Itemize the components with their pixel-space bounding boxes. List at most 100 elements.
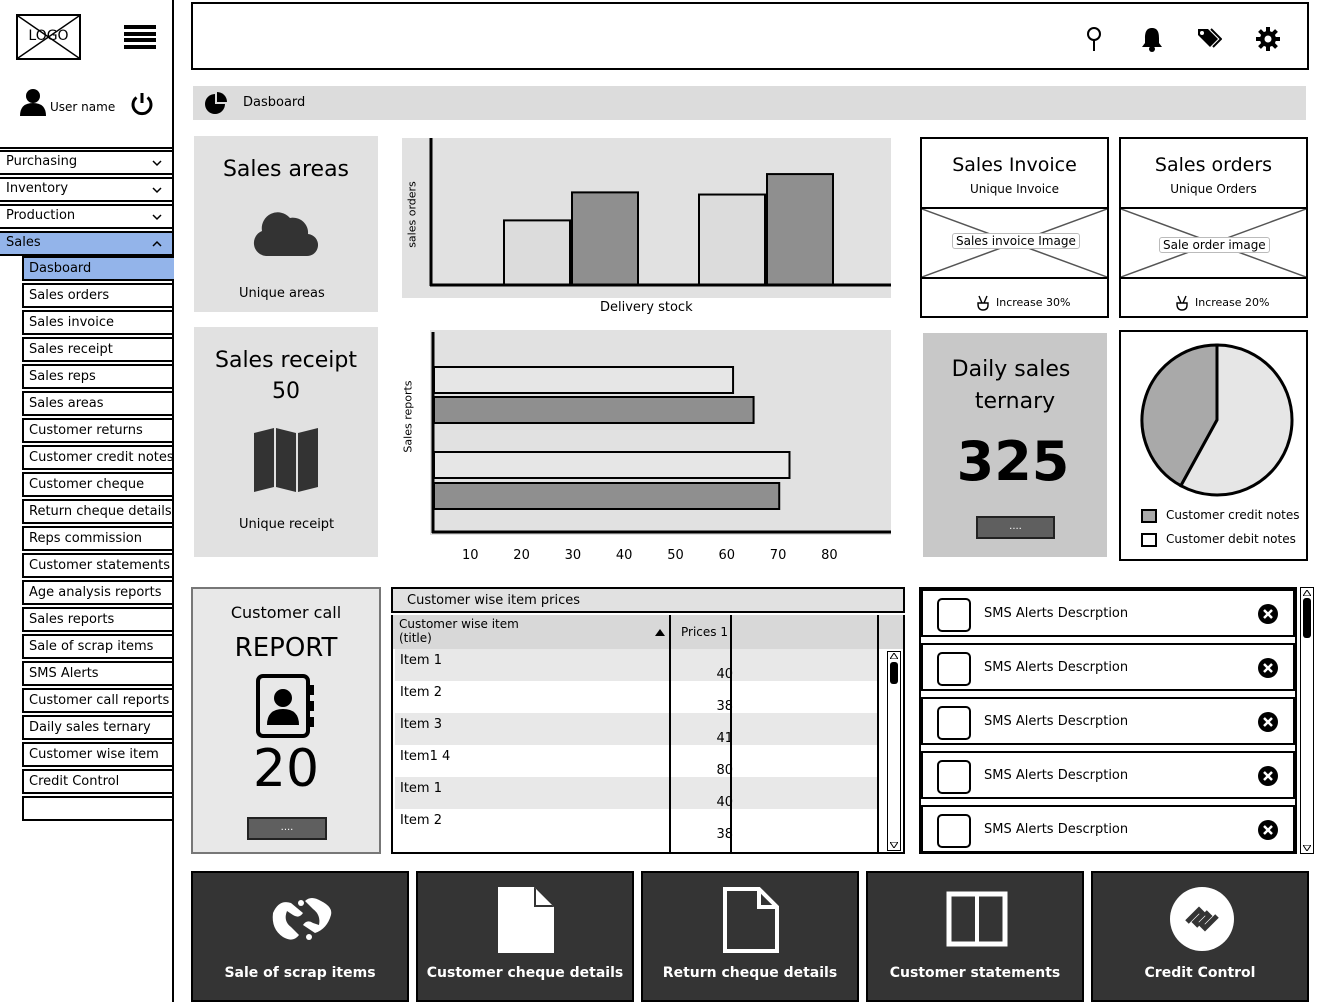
- sidebar-subitem[interactable]: Sales reps: [22, 364, 174, 389]
- sidebar-subitem[interactable]: Customer cheque: [22, 472, 174, 497]
- scroll-up-icon[interactable]: [1303, 590, 1311, 596]
- breadcrumb-label: Dasboard: [243, 95, 306, 110]
- tile-label: Sale of scrap items: [224, 965, 376, 981]
- sidebar-subitem[interactable]: Customer call reports: [22, 688, 174, 713]
- sms-alert-text: SMS Alerts Descrption: [984, 768, 1129, 783]
- contact-book-icon: [256, 674, 314, 738]
- price-table: Customer wise item prices Customer wise …: [391, 587, 905, 854]
- hamburger-menu-icon[interactable]: [124, 25, 156, 49]
- sidebar-category-purchasing[interactable]: Purchasing: [0, 150, 174, 175]
- x-tick-label: 10: [462, 548, 479, 563]
- category-label: Purchasing: [6, 154, 78, 169]
- sidebar-category-sales[interactable]: Sales: [0, 231, 174, 256]
- sms-scrollbar[interactable]: [1300, 587, 1314, 854]
- pie-chart-card: Customer credit notes Customer debit not…: [1119, 330, 1308, 561]
- sales-areas-title: Sales areas: [222, 157, 350, 182]
- sidebar-subitem[interactable]: Daily sales ternary: [22, 715, 174, 740]
- chevron-down-icon: [152, 214, 162, 221]
- sidebar-subitem[interactable]: Dasboard: [22, 256, 174, 281]
- close-icon[interactable]: [1257, 603, 1279, 625]
- bar[interactable]: [766, 173, 834, 287]
- sidebar-category-production[interactable]: Production: [0, 204, 174, 229]
- daily-sales-more-button[interactable]: ....: [976, 516, 1055, 539]
- x-tick-label: 50: [667, 548, 684, 563]
- tags-icon[interactable]: [1196, 26, 1222, 52]
- sidebar-subitem[interactable]: Sales areas: [22, 391, 174, 416]
- bar[interactable]: [503, 219, 571, 286]
- tile-return-cheque-details[interactable]: Return cheque details: [641, 871, 859, 1002]
- pie-chart-svg: [1140, 343, 1294, 497]
- customer-call-subtitle: REPORT: [234, 633, 338, 663]
- pin-icon[interactable]: [1081, 26, 1107, 52]
- table-row[interactable]: Item 2 38: [395, 681, 879, 714]
- sidebar-subitem[interactable]: Sales reports: [22, 607, 174, 632]
- sidebar-subitem[interactable]: Sales invoice: [22, 310, 174, 335]
- item-price: 41: [716, 731, 733, 746]
- sidebar-divider: [0, 147, 174, 149]
- table-row[interactable]: Item 1 40: [395, 777, 879, 810]
- sales-orders-chart-svg: [429, 138, 891, 287]
- column-header-item[interactable]: Customer wise item (title): [399, 617, 519, 645]
- user-name: User name: [50, 100, 116, 114]
- tile-customer-statements[interactable]: Customer statements: [866, 871, 1084, 1002]
- bar[interactable]: [433, 451, 791, 479]
- tile-credit-control[interactable]: Credit Control: [1091, 871, 1309, 1002]
- close-icon[interactable]: [1257, 657, 1279, 679]
- column-header-price[interactable]: Prices 1: [681, 625, 728, 639]
- scroll-down-icon[interactable]: [890, 842, 898, 848]
- sidebar-subitem[interactable]: Sales receipt: [22, 337, 174, 362]
- sidebar-subitem[interactable]: Customer wise item: [22, 742, 174, 767]
- bar[interactable]: [698, 193, 766, 286]
- daily-sales-title-2: ternary: [974, 389, 1056, 414]
- sidebar-subitem[interactable]: Credit Control: [22, 769, 174, 794]
- power-icon[interactable]: [130, 92, 154, 116]
- sms-alert-checkbox[interactable]: [937, 706, 971, 740]
- table-row[interactable]: Item1 4 80: [395, 745, 879, 778]
- scrollbar-thumb[interactable]: [1303, 598, 1311, 638]
- table-row[interactable]: Item 1 40: [395, 649, 879, 682]
- sidebar-subitem[interactable]: Customer returns: [22, 418, 174, 443]
- scroll-down-icon[interactable]: [1303, 845, 1311, 851]
- bar[interactable]: [433, 482, 781, 510]
- sidebar-subitem[interactable]: Sale of scrap items: [22, 634, 174, 659]
- table-row[interactable]: Item 3 41: [395, 713, 879, 746]
- table-row[interactable]: Item 2 38: [395, 809, 879, 842]
- tile-sale-of-scrap-items[interactable]: Sale of scrap items: [191, 871, 409, 1002]
- sidebar-subitem[interactable]: Customer credit notes: [22, 445, 174, 470]
- tile-customer-cheque-details[interactable]: Customer cheque details: [416, 871, 634, 1002]
- customer-call-value: 20: [252, 739, 320, 799]
- close-icon[interactable]: [1257, 711, 1279, 733]
- chevron-down-icon: [152, 187, 162, 194]
- gear-icon[interactable]: [1255, 26, 1281, 52]
- scroll-up-icon[interactable]: [890, 653, 898, 659]
- map-icon: [254, 428, 318, 492]
- sms-alert-item: SMS Alerts Descrption: [921, 643, 1295, 691]
- bell-icon[interactable]: [1139, 26, 1165, 52]
- sidebar-category-inventory[interactable]: Inventory: [0, 177, 174, 202]
- sidebar-subitem[interactable]: Sales orders: [22, 283, 174, 308]
- column-header-item-line1: Customer wise item: [399, 617, 519, 631]
- sidebar-subitem[interactable]: Age analysis reports: [22, 580, 174, 605]
- bar[interactable]: [433, 366, 735, 394]
- close-icon[interactable]: [1257, 819, 1279, 841]
- close-icon[interactable]: [1257, 765, 1279, 787]
- sidebar-subitem[interactable]: Reps commission: [22, 526, 174, 551]
- bar[interactable]: [433, 396, 755, 424]
- sidebar-subitem[interactable]: SMS Alerts: [22, 661, 174, 686]
- sms-alert-checkbox[interactable]: [937, 814, 971, 848]
- sms-alert-item: SMS Alerts Descrption: [921, 697, 1295, 745]
- sms-alert-checkbox[interactable]: [937, 760, 971, 794]
- scrollbar-thumb[interactable]: [890, 662, 898, 684]
- logo[interactable]: LOGO: [16, 14, 81, 60]
- sales-orders-subtitle: Unique Orders: [1170, 182, 1257, 196]
- customer-call-more-button[interactable]: ....: [247, 817, 327, 840]
- bar[interactable]: [571, 191, 639, 287]
- sidebar-subitem[interactable]: Return cheque details: [22, 499, 174, 524]
- sidebar-subitem[interactable]: Customer statements: [22, 553, 174, 578]
- hand-peace-icon: [1176, 295, 1188, 311]
- sort-up-icon[interactable]: [655, 629, 665, 636]
- sidebar-subitem[interactable]: [22, 796, 174, 821]
- table-scrollbar[interactable]: [887, 651, 901, 851]
- sms-alert-checkbox[interactable]: [937, 652, 971, 686]
- sms-alert-checkbox[interactable]: [937, 598, 971, 632]
